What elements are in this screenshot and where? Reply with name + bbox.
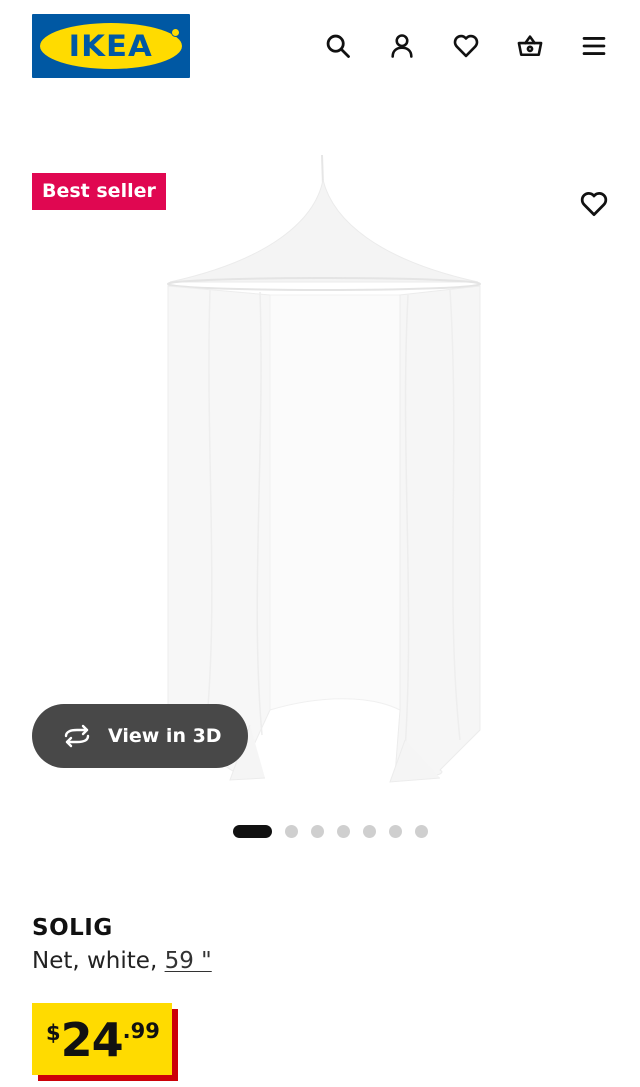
price-currency: $ — [46, 1021, 61, 1045]
product-size-link[interactable]: 59 " — [165, 948, 212, 974]
product-page: IKEA Best seller View in 3D SOLIG Net, w… — [0, 0, 640, 1087]
price-tag: $ 24 .99 — [32, 1003, 178, 1081]
price-box: $ 24 .99 — [32, 1003, 172, 1075]
best-seller-badge: Best seller — [32, 173, 166, 210]
carousel-dot[interactable] — [363, 824, 376, 838]
menu-icon[interactable] — [574, 26, 614, 66]
price-whole: 24 — [60, 1013, 124, 1067]
logo-text: IKEA — [68, 29, 154, 63]
product-description-text: Net, white, — [32, 948, 158, 974]
carousel-dot[interactable] — [311, 824, 324, 838]
carousel-dot[interactable] — [337, 824, 350, 838]
image-carousel-dots — [233, 824, 441, 838]
view-in-3d-label: View in 3D — [108, 725, 222, 747]
carousel-dot[interactable] — [415, 824, 428, 838]
carousel-dot[interactable] — [233, 824, 272, 838]
product-image — [167, 154, 481, 783]
registered-mark — [171, 28, 180, 37]
logo-ellipse: IKEA — [40, 23, 182, 69]
product-name: SOLIG — [32, 915, 113, 941]
site-header: IKEA — [0, 0, 640, 92]
carousel-dot[interactable] — [285, 824, 298, 838]
favorite-heart-icon[interactable] — [574, 184, 614, 224]
account-icon[interactable] — [382, 26, 422, 66]
view-in-3d-button[interactable]: View in 3D — [32, 704, 248, 768]
basket-icon[interactable] — [510, 26, 550, 66]
price-decimal: .99 — [122, 1019, 160, 1043]
rotate-3d-icon — [60, 724, 94, 748]
carousel-dot[interactable] — [389, 824, 402, 838]
search-icon[interactable] — [318, 26, 358, 66]
ikea-logo[interactable]: IKEA — [32, 14, 190, 78]
product-description: Net, white, 59 " — [32, 948, 212, 974]
heart-icon[interactable] — [446, 26, 486, 66]
